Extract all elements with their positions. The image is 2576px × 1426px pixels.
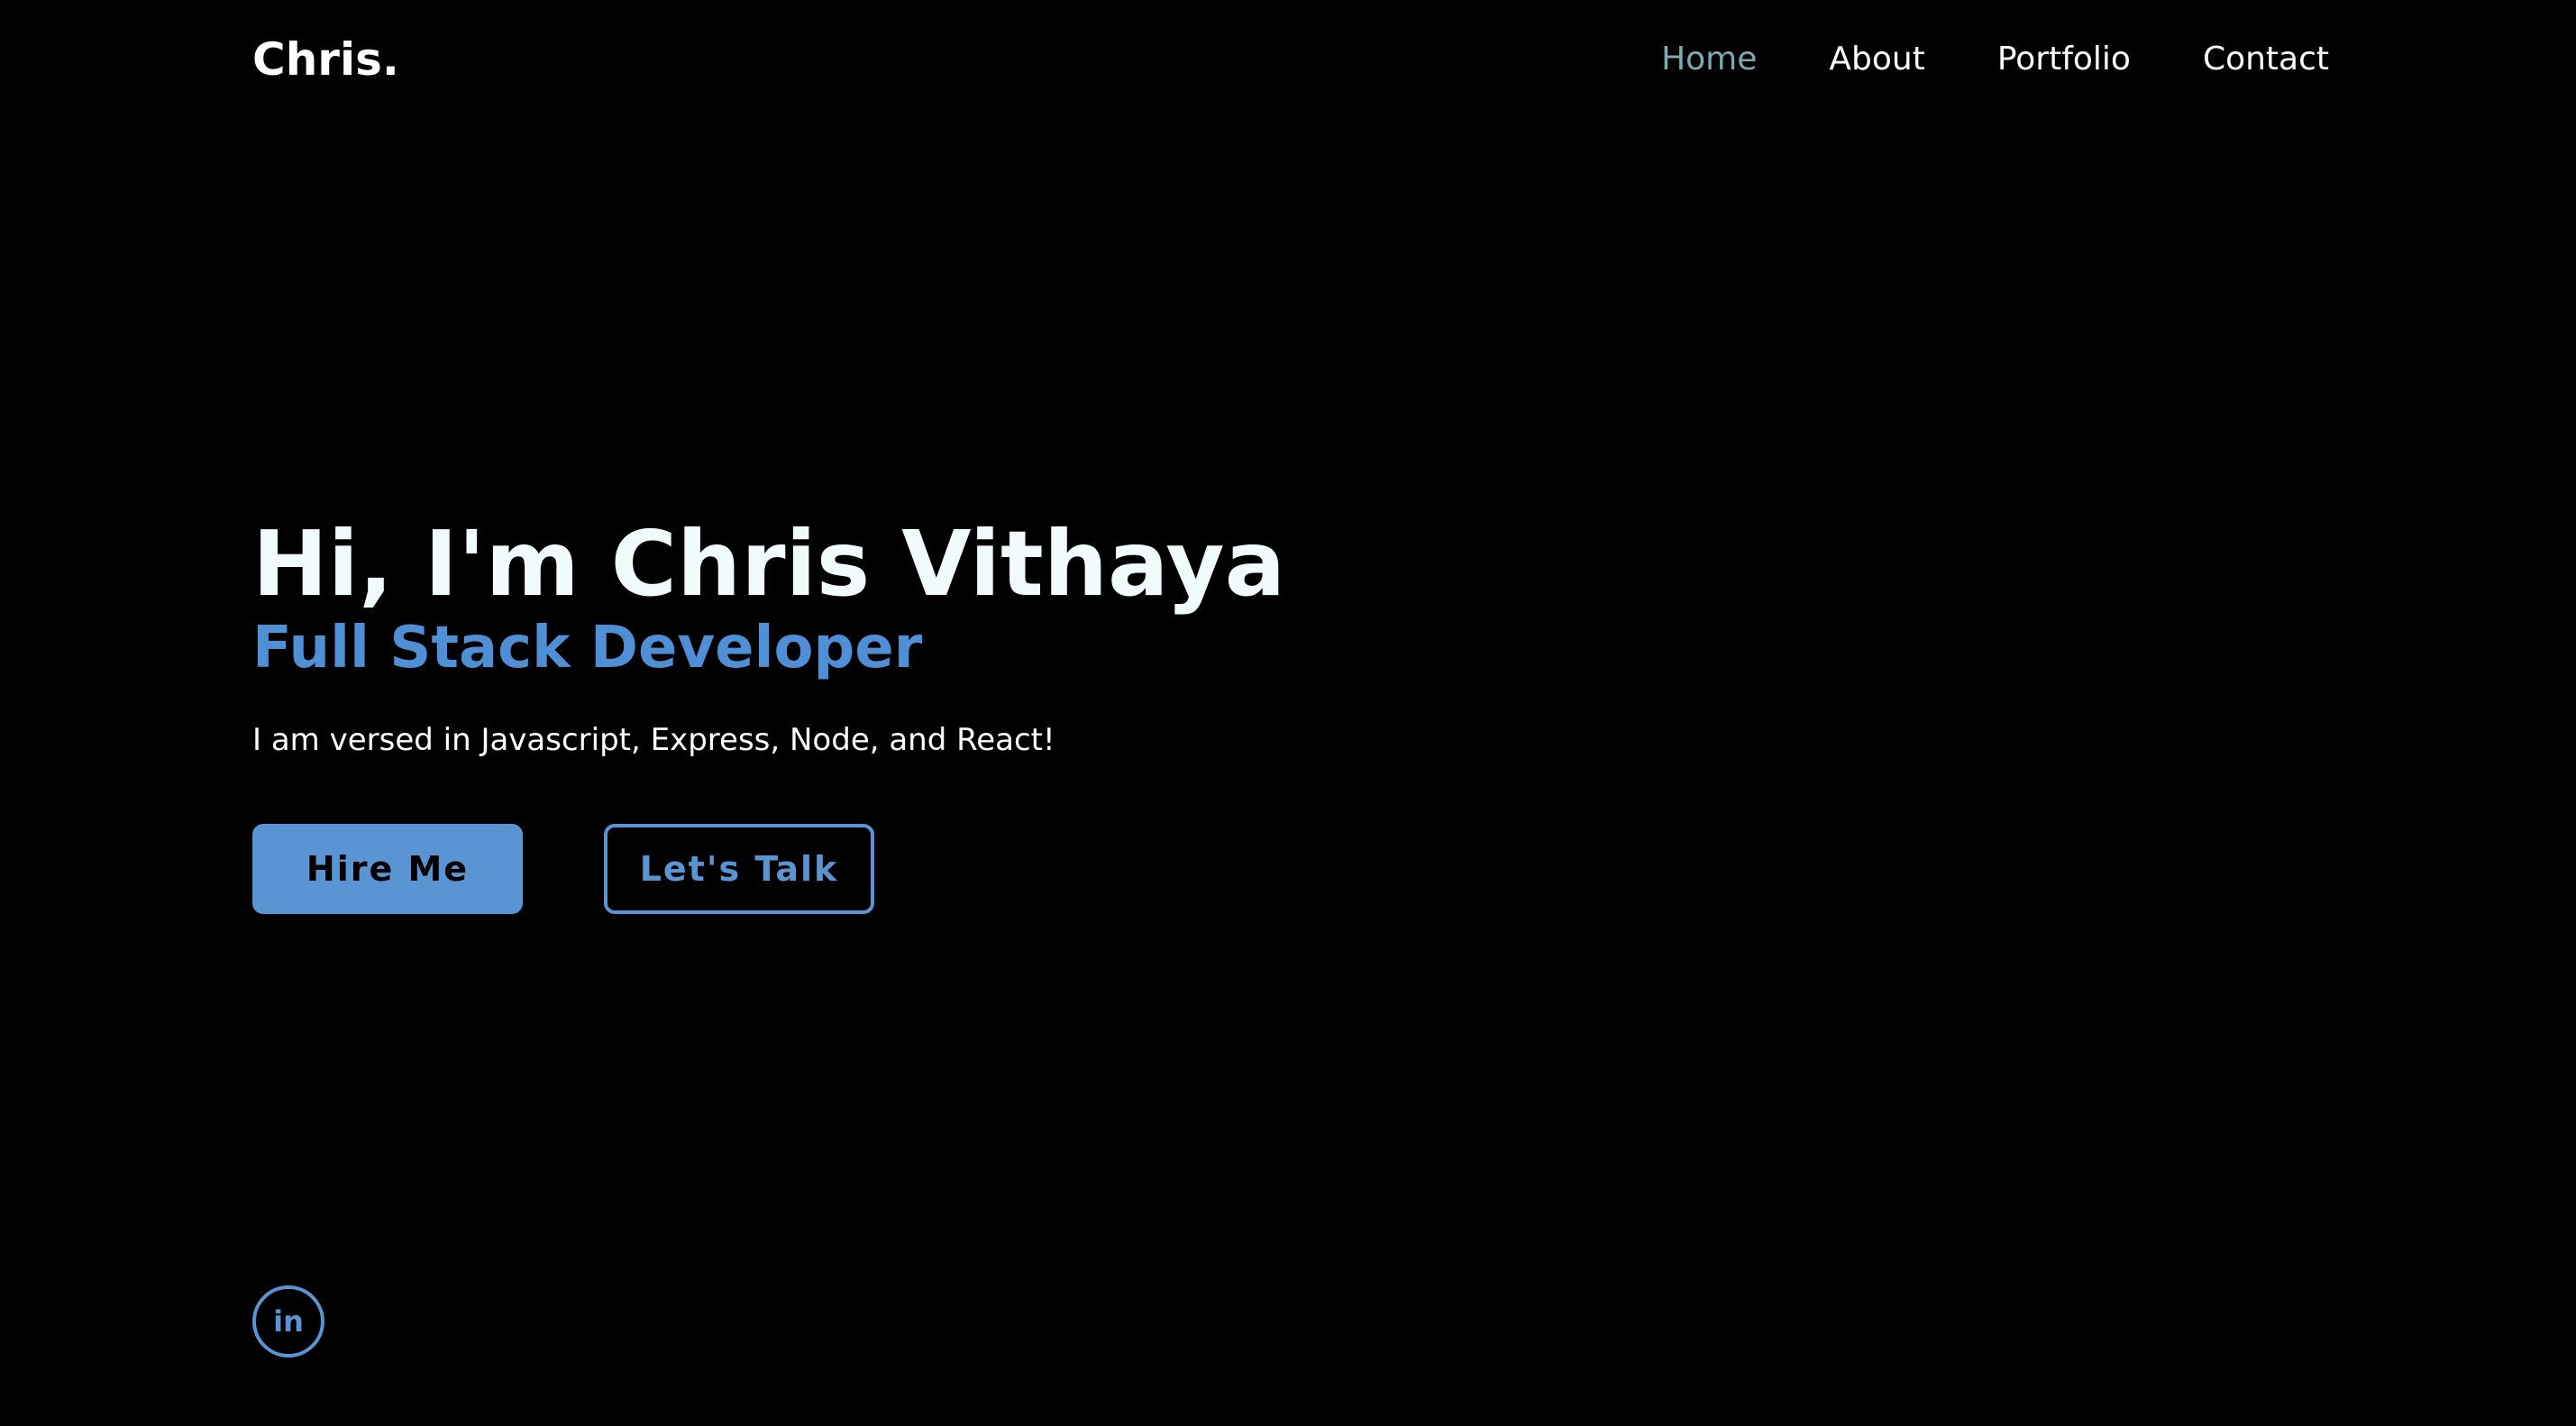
site-logo[interactable]: Chris. [252, 31, 399, 88]
hero-description: I am versed in Javascript, Express, Node… [252, 722, 1055, 758]
linkedin-icon[interactable]: in [252, 1285, 324, 1357]
hero-section: Hi, I'm Chris Vithaya Full Stack Develop… [252, 514, 1285, 763]
hire-me-button[interactable]: Hire Me [252, 824, 523, 914]
main-nav: Home About Portfolio Contact [1661, 36, 2329, 83]
site-header: Chris. Home About Portfolio Contact [0, 0, 2576, 119]
hero-actions: Hire Me Let's Talk [252, 824, 874, 914]
hero-title: Hi, I'm Chris Vithaya [252, 511, 1286, 617]
nav-item-contact[interactable]: Contact [2203, 36, 2329, 83]
nav-item-home[interactable]: Home [1661, 36, 1757, 83]
nav-item-about[interactable]: About [1829, 36, 1924, 83]
nav-item-portfolio[interactable]: Portfolio [1997, 36, 2131, 83]
hero-subtitle: Full Stack Developer [252, 615, 923, 681]
linkedin-glyph: in [273, 1304, 304, 1339]
lets-talk-button[interactable]: Let's Talk [604, 824, 874, 914]
